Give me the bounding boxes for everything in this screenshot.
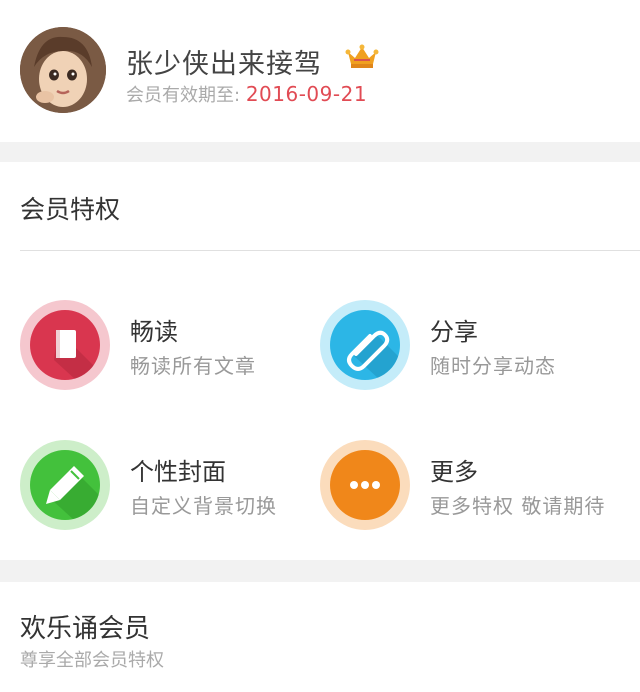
feature-more[interactable]: 更多 更多特权 敬请期待 <box>320 440 620 532</box>
feature-desc: 随时分享动态 <box>430 354 556 378</box>
book-icon <box>30 310 100 380</box>
crown-icon <box>345 44 379 68</box>
avatar[interactable] <box>20 27 106 113</box>
privileges-section: 会员特权 畅读 畅读所有文章 分享 随时分享动态 个性封面 自定义背景切换 更多… <box>0 162 640 560</box>
membership-item[interactable]: 欢乐诵会员 尊享全部会员特权 <box>0 582 640 692</box>
feature-title: 更多 <box>430 458 478 486</box>
feature-title: 分享 <box>430 318 478 346</box>
validity-label: 会员有效期至: <box>126 85 241 106</box>
feature-desc: 自定义背景切换 <box>130 494 277 518</box>
feature-read[interactable]: 畅读 畅读所有文章 <box>20 300 320 392</box>
section-title: 会员特权 <box>20 195 121 224</box>
pencil-icon <box>30 450 100 520</box>
feature-desc: 畅读所有文章 <box>130 354 256 378</box>
membership-validity: 会员有效期至: 2016-09-21 <box>126 81 367 107</box>
more-dots-icon <box>330 450 400 520</box>
profile-card[interactable]: 张少侠出来接驾 会员有效期至: 2016-09-21 <box>0 0 640 142</box>
user-name: 张少侠出来接驾 <box>126 49 322 80</box>
feature-cover[interactable]: 个性封面 自定义背景切换 <box>20 440 320 532</box>
divider <box>20 250 640 251</box>
feature-title: 畅读 <box>130 318 178 346</box>
membership-title: 欢乐诵会员 <box>20 614 151 644</box>
validity-date: 2016-09-21 <box>245 82 368 106</box>
paperclip-icon <box>330 310 400 380</box>
feature-desc: 更多特权 敬请期待 <box>430 494 606 518</box>
feature-title: 个性封面 <box>130 458 226 486</box>
feature-share[interactable]: 分享 随时分享动态 <box>320 300 620 392</box>
membership-subtitle: 尊享全部会员特权 <box>20 650 164 671</box>
